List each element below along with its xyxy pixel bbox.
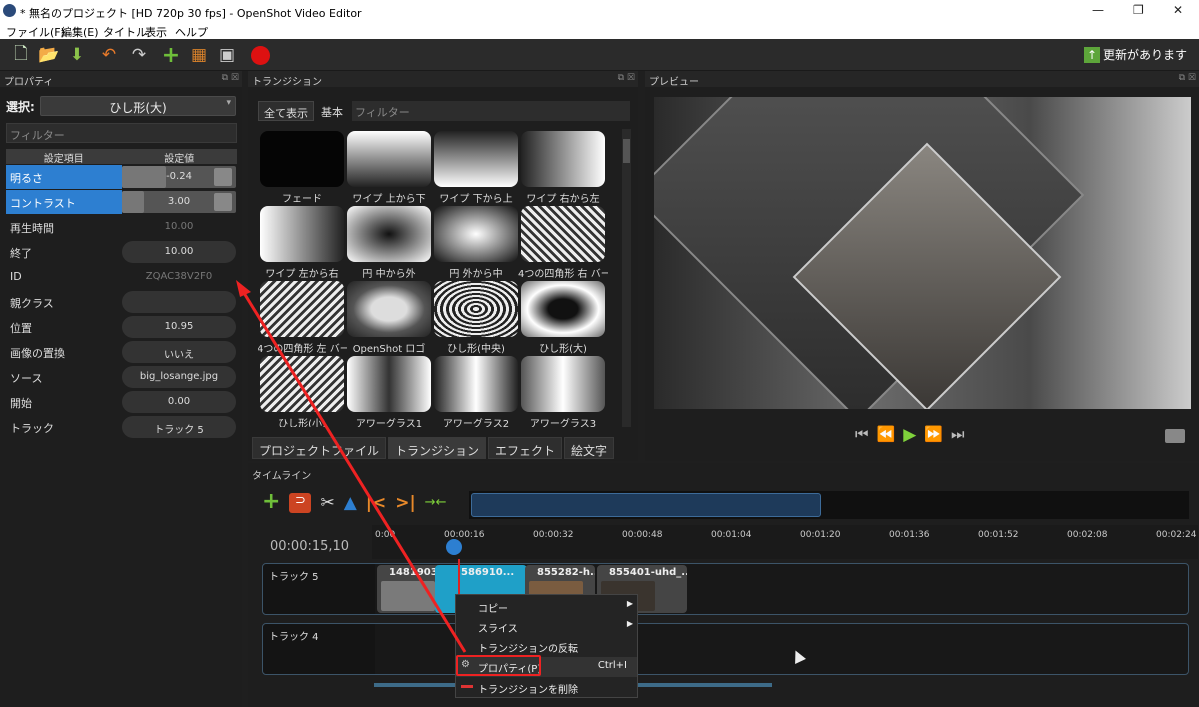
annotation-overlay xyxy=(236,280,467,653)
annotation-arrowhead xyxy=(236,280,251,297)
app-window: * 無名のプロジェクト [HD 720p 30 fps] - OpenShot … xyxy=(0,0,1199,707)
annotation-arrow-line xyxy=(242,292,467,653)
